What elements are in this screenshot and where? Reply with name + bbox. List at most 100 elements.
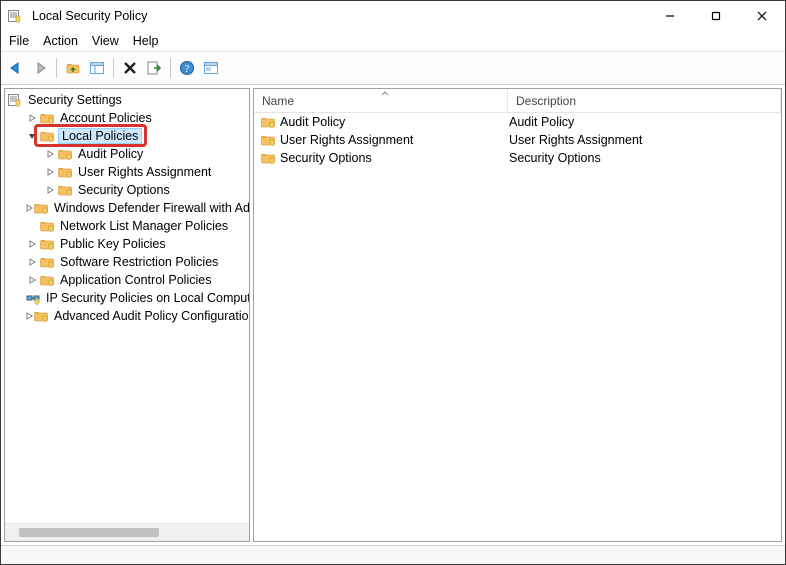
svg-text:?: ? bbox=[185, 64, 190, 75]
collapse-icon[interactable] bbox=[25, 132, 39, 140]
delete-button[interactable] bbox=[119, 57, 141, 79]
list-row-description: User Rights Assignment bbox=[509, 133, 642, 147]
tree-root[interactable]: Security Settings bbox=[5, 91, 249, 109]
menu-view[interactable]: View bbox=[92, 34, 119, 48]
tree-item-label: Network List Manager Policies bbox=[58, 219, 230, 233]
tree-horizontal-scrollbar[interactable] bbox=[5, 523, 249, 541]
expand-icon[interactable] bbox=[43, 186, 57, 194]
folder-icon bbox=[57, 182, 73, 198]
toolbar: ? bbox=[1, 51, 785, 85]
app-icon bbox=[7, 8, 23, 24]
show-hide-tree-button[interactable] bbox=[86, 57, 108, 79]
tree-item[interactable]: Local Policies bbox=[5, 127, 249, 145]
expand-icon[interactable] bbox=[43, 150, 57, 158]
menu-action[interactable]: Action bbox=[43, 34, 78, 48]
toolbar-separator bbox=[56, 58, 57, 78]
minimize-button[interactable] bbox=[647, 1, 693, 31]
app-window: Local Security Policy File Action View H… bbox=[0, 0, 786, 565]
tree-item-label: Security Options bbox=[76, 183, 172, 197]
tree-item-label: Audit Policy bbox=[76, 147, 145, 161]
tree-item[interactable]: Network List Manager Policies bbox=[5, 217, 249, 235]
folder-icon bbox=[39, 272, 55, 288]
folder-icon bbox=[260, 150, 276, 166]
tree-item-label: Local Policies bbox=[58, 128, 142, 144]
list-row[interactable]: User Rights Assignment User Rights Assig… bbox=[254, 131, 781, 149]
tree-item-label: IP Security Policies on Local Computer bbox=[44, 291, 249, 305]
up-button[interactable] bbox=[62, 57, 84, 79]
tree-item[interactable]: IP Security Policies on Local Computer bbox=[5, 289, 249, 307]
folder-icon bbox=[57, 146, 73, 162]
tree-view[interactable]: Security Settings Account Policies Local… bbox=[5, 89, 249, 523]
tree-item[interactable]: Audit Policy bbox=[5, 145, 249, 163]
expand-icon[interactable] bbox=[25, 258, 39, 266]
tree-item-label: Application Control Policies bbox=[58, 273, 213, 287]
content-area: Security Settings Account Policies Local… bbox=[1, 85, 785, 545]
tree-item[interactable]: Windows Defender Firewall with Advanced … bbox=[5, 199, 249, 217]
list-row-description: Security Options bbox=[509, 151, 601, 165]
column-header-description[interactable]: Description bbox=[508, 89, 781, 112]
folder-icon bbox=[260, 114, 276, 130]
folder-icon bbox=[39, 128, 55, 144]
list-row-description: Audit Policy bbox=[509, 115, 574, 129]
tree-root-label: Security Settings bbox=[26, 93, 124, 107]
tree-item-label: Public Key Policies bbox=[58, 237, 168, 251]
folder-icon bbox=[57, 164, 73, 180]
tree-item-label: User Rights Assignment bbox=[76, 165, 213, 179]
tree-item[interactable]: Software Restriction Policies bbox=[5, 253, 249, 271]
folder-icon bbox=[33, 308, 49, 324]
list-row-name: Security Options bbox=[280, 151, 372, 165]
tree-item-label: Windows Defender Firewall with Advanced … bbox=[52, 201, 249, 215]
menu-help[interactable]: Help bbox=[133, 34, 159, 48]
titlebar: Local Security Policy bbox=[1, 1, 785, 31]
folder-icon bbox=[39, 254, 55, 270]
list-row[interactable]: Audit Policy Audit Policy bbox=[254, 113, 781, 131]
folder-icon bbox=[39, 236, 55, 252]
expand-icon[interactable] bbox=[25, 240, 39, 248]
sort-ascending-icon bbox=[381, 91, 389, 96]
window-controls bbox=[647, 1, 785, 31]
help-button[interactable]: ? bbox=[176, 57, 198, 79]
expand-icon[interactable] bbox=[43, 168, 57, 176]
toolbar-separator bbox=[170, 58, 171, 78]
expand-icon[interactable] bbox=[25, 204, 33, 212]
expand-icon[interactable] bbox=[25, 276, 39, 284]
statusbar bbox=[1, 545, 785, 564]
tree-item[interactable]: Public Key Policies bbox=[5, 235, 249, 253]
export-button[interactable] bbox=[143, 57, 165, 79]
list-header: Name Description bbox=[254, 89, 781, 113]
tree-item[interactable]: Advanced Audit Policy Configuration bbox=[5, 307, 249, 325]
list-row-name: Audit Policy bbox=[280, 115, 345, 129]
tree-item[interactable]: Application Control Policies bbox=[5, 271, 249, 289]
close-button[interactable] bbox=[739, 1, 785, 31]
expand-icon[interactable] bbox=[25, 312, 33, 320]
column-header-description-label: Description bbox=[516, 94, 576, 108]
back-button[interactable] bbox=[5, 57, 27, 79]
folder-icon bbox=[39, 110, 55, 126]
expand-icon[interactable] bbox=[25, 114, 39, 122]
menubar: File Action View Help bbox=[1, 31, 785, 51]
security-settings-icon bbox=[7, 92, 23, 108]
tree-item-label: Advanced Audit Policy Configuration bbox=[52, 309, 249, 323]
forward-button[interactable] bbox=[29, 57, 51, 79]
tree-item-label: Software Restriction Policies bbox=[58, 255, 220, 269]
column-header-name-label: Name bbox=[262, 94, 294, 108]
folder-icon bbox=[260, 132, 276, 148]
toolbar-separator bbox=[113, 58, 114, 78]
tree-item[interactable]: Security Options bbox=[5, 181, 249, 199]
maximize-button[interactable] bbox=[693, 1, 739, 31]
folder-icon bbox=[39, 218, 55, 234]
tree-item-label: Account Policies bbox=[58, 111, 154, 125]
properties-button[interactable] bbox=[200, 57, 222, 79]
tree-item[interactable]: Account Policies bbox=[5, 109, 249, 127]
window-title: Local Security Policy bbox=[32, 9, 641, 23]
tree-item[interactable]: User Rights Assignment bbox=[5, 163, 249, 181]
folder-icon bbox=[33, 200, 49, 216]
list-body[interactable]: Audit Policy Audit Policy User Rights As… bbox=[254, 113, 781, 541]
list-row-name: User Rights Assignment bbox=[280, 133, 413, 147]
folder-icon bbox=[25, 290, 41, 306]
menu-file[interactable]: File bbox=[9, 34, 29, 48]
tree-pane: Security Settings Account Policies Local… bbox=[4, 88, 250, 542]
column-header-name[interactable]: Name bbox=[254, 89, 508, 112]
list-row[interactable]: Security Options Security Options bbox=[254, 149, 781, 167]
list-pane: Name Description Audit Policy Audit Poli… bbox=[253, 88, 782, 542]
